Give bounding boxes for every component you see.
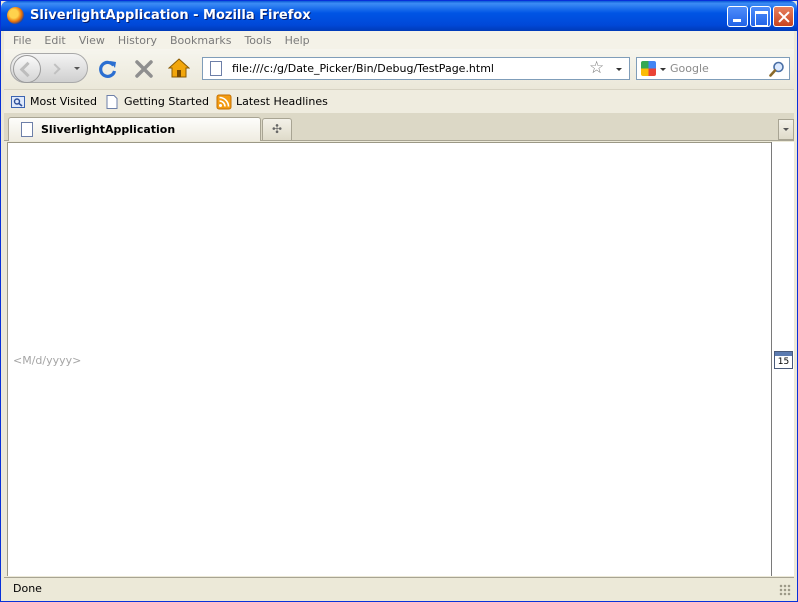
bookmark-getting-started[interactable]: Getting Started [104, 94, 209, 110]
firefox-icon [7, 7, 24, 24]
maximize-button[interactable] [750, 6, 771, 27]
back-button[interactable] [13, 55, 41, 83]
resize-grip-icon[interactable] [779, 584, 791, 596]
url-history-dropdown-icon[interactable] [616, 68, 622, 71]
bookmark-label: Latest Headlines [236, 95, 328, 108]
forward-button[interactable] [47, 61, 67, 77]
page-icon [104, 94, 120, 110]
address-text[interactable]: file:///c:/g/Date_Picker/Bin/Debug/TestP… [232, 62, 494, 75]
bookmark-latest-headlines[interactable]: Latest Headlines [216, 94, 328, 110]
reload-button[interactable] [97, 58, 119, 80]
menu-help[interactable]: Help [285, 34, 310, 47]
browser-window: SliverlightApplication - Mozilla Firefox… [0, 0, 798, 602]
title-bar[interactable]: SliverlightApplication - Mozilla Firefox [1, 1, 797, 31]
home-button[interactable] [167, 57, 191, 79]
stop-button[interactable] [133, 58, 155, 80]
engine-dropdown-icon[interactable] [660, 68, 666, 71]
menu-file[interactable]: File [13, 34, 31, 47]
close-button[interactable] [773, 6, 794, 27]
menu-view[interactable]: View [79, 34, 105, 47]
menu-bar: File Edit View History Bookmarks Tools H… [4, 31, 794, 49]
menu-edit[interactable]: Edit [44, 34, 65, 47]
date-picker-input[interactable] [13, 353, 213, 367]
menu-history[interactable]: History [118, 34, 157, 47]
rss-icon [216, 94, 232, 110]
calendar-icon[interactable]: 15 [774, 351, 793, 369]
calendar-day: 15 [777, 357, 790, 367]
bookmarks-toolbar: Most Visited Getting Started Latest Head… [4, 89, 794, 113]
tab-label: SliverlightApplication [41, 123, 176, 136]
stop-icon [135, 60, 153, 78]
search-icon[interactable] [768, 60, 786, 78]
menu-tools[interactable]: Tools [244, 34, 271, 47]
bookmark-label: Most Visited [30, 95, 97, 108]
status-bar: Done [4, 577, 794, 599]
history-dropdown-icon[interactable] [74, 67, 80, 70]
page-icon [210, 61, 222, 76]
status-text: Done [13, 582, 42, 595]
page-icon [21, 122, 33, 137]
window-title: SliverlightApplication - Mozilla Firefox [30, 8, 311, 23]
list-all-tabs-button[interactable] [778, 119, 794, 140]
minimize-button[interactable] [727, 6, 748, 27]
reload-icon [99, 60, 117, 78]
bookmark-most-visited[interactable]: Most Visited [10, 94, 97, 110]
address-bar[interactable]: file:///c:/g/Date_Picker/Bin/Debug/TestP… [202, 57, 630, 80]
home-icon [167, 58, 191, 78]
most-visited-icon [10, 94, 26, 110]
tab-strip: SliverlightApplication ✣ [4, 113, 794, 141]
bookmark-star-icon[interactable]: ☆ [589, 59, 604, 78]
search-input[interactable] [670, 61, 766, 76]
menu-bookmarks[interactable]: Bookmarks [170, 34, 231, 47]
tab-sliverlight-application[interactable]: SliverlightApplication [8, 117, 261, 141]
google-icon[interactable] [641, 61, 656, 76]
search-bar [636, 57, 790, 80]
new-tab-button[interactable]: ✣ [262, 118, 292, 140]
navigation-toolbar: file:///c:/g/Date_Picker/Bin/Debug/TestP… [4, 49, 794, 89]
bookmark-label: Getting Started [123, 95, 209, 108]
